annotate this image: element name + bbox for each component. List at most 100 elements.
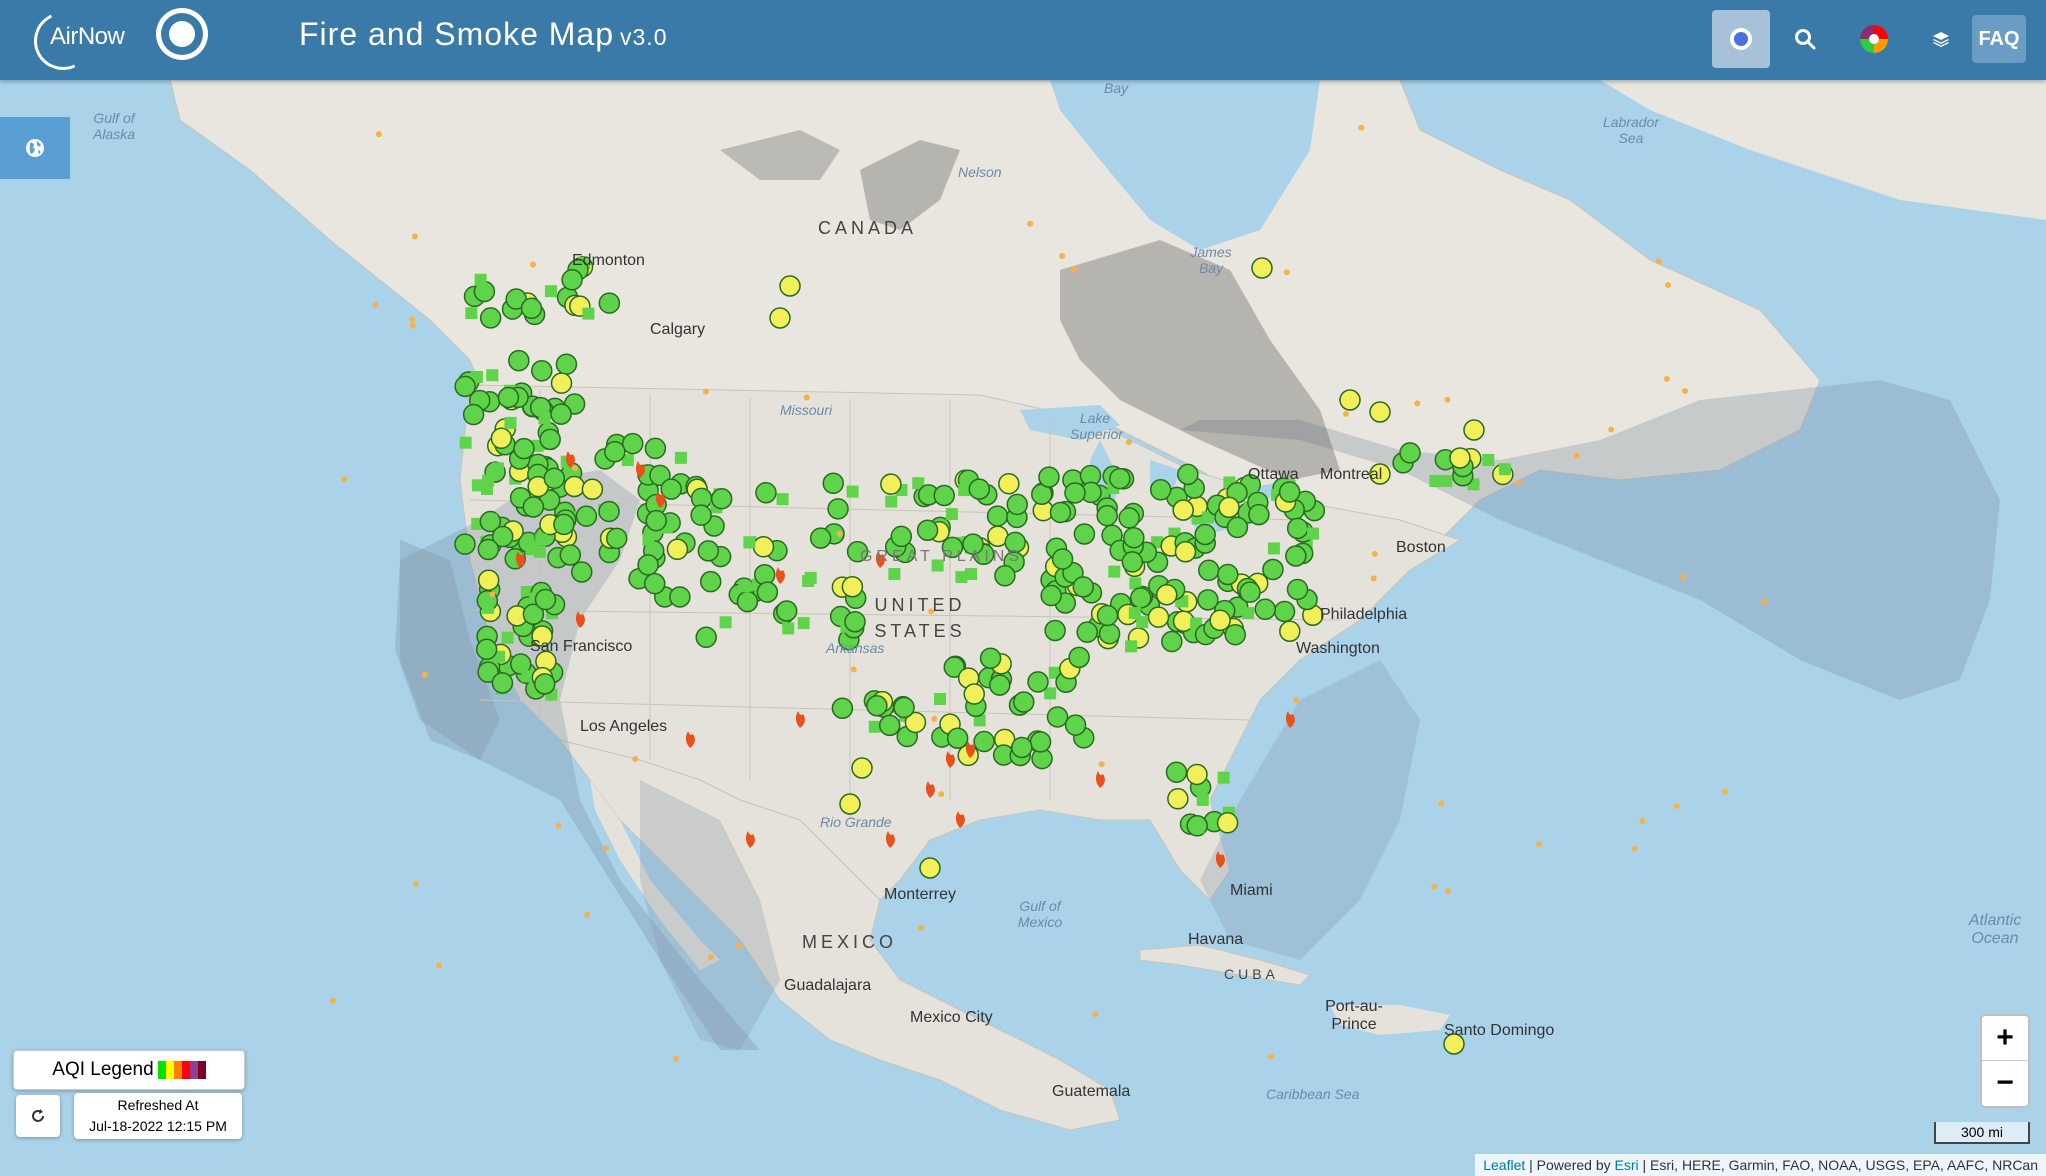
aqi-monitor-marker[interactable] [644, 437, 667, 460]
aqi-monitor-marker[interactable] [475, 638, 498, 661]
epa-logo[interactable] [156, 8, 208, 60]
aqi-monitor-marker[interactable] [1051, 548, 1074, 570]
sensor-marker[interactable] [782, 622, 795, 635]
aqi-monitor-marker[interactable] [779, 275, 801, 297]
aqi-monitor-marker[interactable] [699, 570, 722, 593]
faq-button[interactable]: FAQ [1972, 15, 2026, 63]
aqi-monitor-marker[interactable] [555, 353, 578, 375]
aqi-monitor-marker[interactable] [1038, 466, 1060, 488]
aqi-monitor-marker[interactable] [866, 695, 888, 717]
refresh-button[interactable] [16, 1095, 60, 1137]
sensor-marker[interactable] [1440, 475, 1453, 488]
aqi-monitor-marker[interactable] [752, 536, 775, 558]
sensor-marker[interactable] [955, 571, 968, 584]
basemap-toggle[interactable] [0, 117, 70, 179]
aqi-monitor-marker[interactable] [690, 504, 712, 526]
aqi-monitor-marker[interactable] [1149, 479, 1172, 501]
aqi-monitor-marker[interactable] [570, 561, 593, 583]
aqi-monitor-marker[interactable] [916, 519, 939, 542]
aqi-monitor-marker[interactable] [1096, 604, 1119, 627]
leaflet-link[interactable]: Leaflet [1483, 1157, 1525, 1173]
aqi-monitor-marker[interactable] [809, 527, 832, 549]
aqi-monitor-marker[interactable] [1226, 516, 1249, 539]
aqi-monitor-marker[interactable] [621, 432, 644, 455]
aqi-monitor-marker[interactable] [756, 581, 779, 603]
aqi-monitor-marker[interactable] [968, 478, 991, 500]
sensor-marker[interactable] [945, 508, 958, 521]
aqi-monitor-marker[interactable] [477, 569, 500, 591]
aqi-monitor-marker[interactable] [1251, 257, 1273, 279]
sensor-marker[interactable] [544, 285, 557, 298]
aqi-monitor-marker[interactable] [531, 360, 553, 382]
aqi-monitor-marker[interactable] [553, 513, 575, 536]
aqi-monitor-marker[interactable] [1449, 447, 1471, 469]
aqi-monitor-marker[interactable] [988, 674, 1011, 696]
sensor-marker[interactable] [846, 485, 859, 498]
sensor-marker[interactable] [459, 436, 472, 449]
layers-button[interactable] [1912, 10, 1970, 68]
sensor-marker[interactable] [738, 580, 751, 593]
aqi-monitor-marker[interactable] [769, 307, 791, 329]
sensor-marker[interactable] [674, 451, 687, 464]
aqi-monitor-marker[interactable] [1239, 581, 1261, 603]
aqi-monitor-marker[interactable] [598, 292, 621, 314]
sensor-marker[interactable] [1242, 607, 1255, 620]
aqi-monitor-marker[interactable] [550, 403, 572, 425]
sensor-marker[interactable] [1136, 616, 1149, 629]
sensor-marker[interactable] [642, 533, 655, 546]
sensor-marker[interactable] [1217, 771, 1230, 784]
color-legend-button[interactable] [1845, 10, 1903, 68]
aqi-monitor-marker[interactable] [755, 481, 777, 504]
sensor-marker[interactable] [1267, 542, 1280, 555]
aqi-monitor-marker[interactable] [666, 538, 689, 561]
aqi-monitor-marker[interactable] [598, 500, 620, 523]
aqi-monitor-marker[interactable] [575, 505, 598, 527]
aqi-monitor-marker[interactable] [1155, 583, 1178, 606]
sensor-marker[interactable] [885, 495, 898, 508]
sensor-marker[interactable] [1482, 453, 1495, 466]
aqi-monitor-marker[interactable] [851, 757, 873, 779]
aqi-monitor-marker[interactable] [1273, 600, 1296, 623]
aqi-monitor-marker[interactable] [1216, 812, 1239, 834]
sensor-marker[interactable] [776, 493, 789, 506]
aqi-monitor-marker[interactable] [1049, 501, 1072, 524]
location-button[interactable] [1712, 10, 1770, 68]
sensor-marker[interactable] [521, 670, 534, 683]
sensor-marker[interactable] [538, 412, 551, 425]
aqi-monitor-marker[interactable] [1130, 587, 1152, 609]
aqi-monitor-marker[interactable] [454, 533, 476, 555]
aqi-monitor-marker[interactable] [1279, 620, 1301, 642]
aqi-monitor-marker[interactable] [1186, 763, 1208, 786]
aqi-monitor-marker[interactable] [1064, 482, 1086, 504]
aqi-monitor-marker[interactable] [534, 588, 557, 611]
aqi-monitor-marker[interactable] [669, 586, 691, 608]
aqi-monitor-marker[interactable] [919, 857, 941, 879]
aqi-monitor-marker[interactable] [998, 472, 1020, 495]
aqi-monitor-marker[interactable] [477, 538, 500, 561]
aqi-monitor-marker[interactable] [1123, 526, 1145, 549]
sensor-marker[interactable] [719, 616, 732, 629]
sensor-marker[interactable] [465, 307, 478, 320]
aqi-monitor-marker[interactable] [508, 349, 530, 372]
sensor-marker[interactable] [934, 692, 947, 705]
sensor-marker[interactable] [888, 568, 901, 581]
aqi-monitor-marker[interactable] [1027, 671, 1049, 693]
aqi-legend-button[interactable]: AQI Legend [13, 1050, 245, 1090]
aqi-monitor-marker[interactable] [543, 467, 566, 490]
aqi-monitor-marker[interactable] [1046, 706, 1069, 728]
aqi-monitor-marker[interactable] [1286, 517, 1309, 540]
aqi-monitor-marker[interactable] [1285, 545, 1307, 567]
aqi-monitor-marker[interactable] [1399, 442, 1421, 464]
aqi-monitor-marker[interactable] [994, 565, 1016, 587]
aqi-monitor-marker[interactable] [454, 375, 476, 398]
zoom-in-button[interactable]: + [1982, 1016, 2028, 1061]
aqi-monitor-marker[interactable] [890, 525, 913, 548]
sensor-marker[interactable] [501, 631, 514, 644]
airnow-logo[interactable]: AirNow [25, 3, 132, 79]
sensor-marker[interactable] [1306, 527, 1319, 540]
aqi-monitor-marker[interactable] [1172, 499, 1194, 521]
sensor-marker[interactable] [1498, 463, 1511, 476]
sensor-marker[interactable] [743, 536, 756, 549]
aqi-monitor-marker[interactable] [1044, 619, 1066, 642]
aqi-monitor-marker[interactable] [581, 478, 604, 500]
